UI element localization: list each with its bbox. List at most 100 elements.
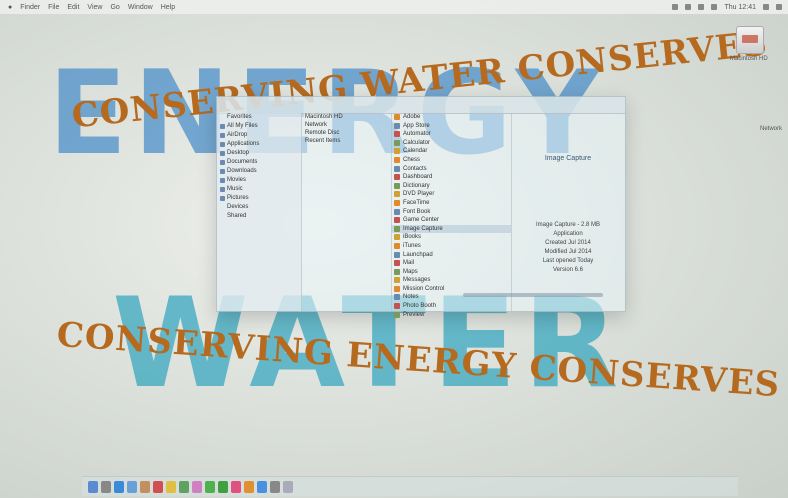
bluetooth-icon[interactable] [711,4,718,10]
list-item[interactable]: Adobe [391,113,511,122]
finder-window[interactable]: Favorites All My Files AirDrop Applicati… [216,96,626,318]
list-item[interactable]: Image Capture [391,224,511,234]
list-item-label: Mail [403,260,415,267]
clock[interactable]: Thu 12:41 [724,4,756,11]
list-item-label: Launchpad [403,251,433,258]
safari-icon[interactable] [114,480,124,493]
list-item-label: Maps [403,268,418,275]
list-item[interactable]: Dashboard [391,173,511,182]
appstore-icon[interactable] [257,480,267,493]
list-item[interactable]: Network [301,121,391,129]
applications-icon [220,142,225,147]
list-item[interactable]: Game Center [391,216,511,225]
hard-drive-icon[interactable] [736,26,764,54]
trash-icon[interactable] [283,480,293,493]
battery-icon[interactable] [698,4,705,10]
dock [82,476,738,496]
preview-info: Image Capture - 2.8 MB Application Created… [517,221,619,275]
apple-menu-icon[interactable]: ● [8,4,12,11]
menu-view[interactable]: View [87,4,102,11]
list-item[interactable]: DVD Player [391,190,511,199]
list-item[interactable]: Macintosh HD [301,113,391,121]
list-item-label: iBooks [403,234,422,241]
wifi-icon[interactable] [672,4,679,10]
list-item-label: Calendar [403,148,428,155]
app-icon [394,303,400,310]
notes-icon[interactable] [166,480,176,493]
list-item[interactable]: App Store [391,122,511,131]
volume-icon[interactable] [685,4,692,10]
sidebar-item-music[interactable]: Music [217,185,301,194]
list-item-label: Dashboard [403,174,433,181]
launchpad-icon[interactable] [101,480,111,493]
sidebar-item-downloads[interactable]: Downloads [217,167,301,176]
menu-edit[interactable]: Edit [67,4,79,11]
downloads-icon [220,169,225,174]
calendar-icon[interactable] [153,480,163,493]
sidebar-item-movies[interactable]: Movies [217,176,301,185]
list-item[interactable]: Dictionary [391,182,511,191]
sidebar-item-all-files[interactable]: All My Files [217,122,301,131]
list-item[interactable]: Calculator [391,139,511,148]
list-item-label: Game Center [403,217,440,224]
list-item-label: Messages [403,277,431,284]
list-item[interactable]: Remote Disc [301,129,391,137]
ibooks-icon[interactable] [244,480,254,493]
sidebar-item-airdrop[interactable]: AirDrop [217,131,301,140]
maps-icon[interactable] [179,480,189,493]
menu-file[interactable]: File [48,4,59,11]
list-item-label: Image Capture [403,225,443,232]
app-icon [394,217,400,224]
contacts-icon[interactable] [140,480,150,493]
sidebar-item-desktop[interactable]: Desktop [217,149,301,158]
facetime-icon[interactable] [218,480,228,493]
finder-toolbar[interactable] [217,97,625,114]
list-item[interactable]: Maps [391,268,511,277]
list-item[interactable]: Messages [391,276,511,285]
list-item-label: App Store [403,122,430,129]
list-item[interactable]: Contacts [391,165,511,174]
movies-icon [220,178,225,183]
list-item[interactable]: Mail [391,259,511,268]
photos-icon[interactable] [192,480,202,493]
list-item[interactable]: Calendar [391,147,511,156]
menu-window[interactable]: Window [128,4,153,11]
app-icon [394,199,400,206]
spotlight-icon[interactable] [763,4,769,10]
list-item[interactable]: Chess [391,156,511,165]
horizontal-scrollbar[interactable] [463,293,603,297]
sidebar-item-applications[interactable]: Applications [217,140,301,149]
music-icon [220,187,225,192]
list-item-label: DVD Player [403,191,435,198]
sidebar-item-documents[interactable]: Documents [217,158,301,167]
list-item[interactable]: Automator [391,130,511,139]
list-item[interactable]: Font Book [391,208,511,217]
notification-center-icon[interactable] [776,4,782,10]
menu-go[interactable]: Go [110,4,119,11]
app-icon [394,174,400,181]
list-item[interactable]: Preview [391,311,511,320]
list-item-label: Calculator [403,139,431,146]
menu-help[interactable]: Help [161,4,175,11]
mail-icon[interactable] [127,480,137,493]
list-item[interactable]: Launchpad [391,251,511,260]
list-item[interactable]: FaceTime [391,199,511,208]
list-item[interactable]: Photo Booth [391,302,511,311]
network-label: Network [760,126,783,132]
menu-finder[interactable]: Finder [20,4,40,11]
app-icon [394,234,400,241]
messages-icon[interactable] [205,480,215,493]
hard-drive-label: Macintosh HD [730,56,768,62]
preferences-icon[interactable] [270,480,280,493]
finder-icon[interactable] [88,480,98,493]
list-item[interactable]: iBooks [391,233,511,242]
desktop: ● Finder File Edit View Go Window Help T… [0,0,788,498]
list-item[interactable]: iTunes [391,242,511,251]
app-icon [394,268,400,275]
sidebar-item-shared: Shared [227,213,247,219]
sidebar-item-pictures[interactable]: Pictures [217,194,301,203]
itunes-icon[interactable] [231,480,241,493]
app-icon [394,225,400,232]
list-item[interactable]: Recent Items [301,137,391,145]
app-icon [394,251,400,258]
